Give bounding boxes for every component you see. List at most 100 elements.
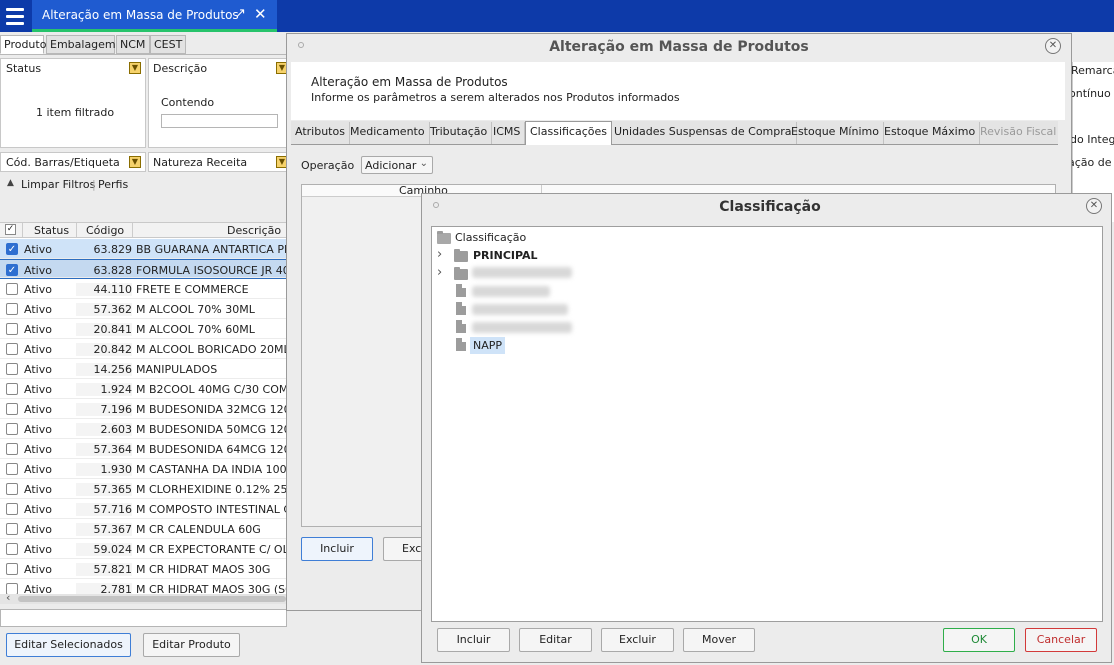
tab-estoque-minimo[interactable]: Estoque Mínimo <box>787 122 884 144</box>
tree-root[interactable]: Classificação <box>455 231 526 244</box>
redacted-node <box>472 267 572 278</box>
row-descricao: M BUDESONIDA 32MCG 120 <box>136 403 287 416</box>
ok-button[interactable]: OK <box>943 628 1015 652</box>
row-checkbox[interactable] <box>6 563 18 575</box>
folder-icon <box>454 267 468 280</box>
subtab-cest[interactable]: CEST <box>150 35 186 54</box>
row-codigo: 57.362 <box>76 303 132 316</box>
dialog-subheading: Informe os parâmetros a serem alterados … <box>311 91 680 104</box>
table-row[interactable]: Ativo 14.256 MANIPULADOS <box>0 359 287 379</box>
row-checkbox[interactable] <box>6 503 18 515</box>
cancelar-button[interactable]: Cancelar <box>1025 628 1097 652</box>
scroll-left-icon[interactable]: ‹ <box>6 591 10 604</box>
row-status: Ativo <box>24 563 52 576</box>
tab-tributacao[interactable]: Tributação <box>426 122 493 144</box>
row-checkbox[interactable] <box>6 523 18 535</box>
perfis-link[interactable]: Perfis <box>98 178 128 191</box>
table-row[interactable]: ✓ Ativo 63.829 BB GUARANA ANTARTICA PE <box>0 239 287 259</box>
excluir-button[interactable]: Excluir <box>601 628 674 652</box>
table-row[interactable]: ✓ Ativo 63.828 FORMULA ISOSOURCE JR 40 <box>0 259 287 279</box>
tab-classificacoes[interactable]: Classificações <box>525 121 612 145</box>
col-descricao[interactable]: Descrição <box>227 224 281 237</box>
undock-icon[interactable]: ↗ <box>235 6 246 21</box>
row-checkbox[interactable] <box>6 323 18 335</box>
close-icon[interactable]: ✕ <box>254 5 267 23</box>
tab-estoque-maximo[interactable]: Estoque Máximo <box>880 122 981 144</box>
tree-node-napp[interactable]: NAPP <box>470 337 506 354</box>
table-row[interactable]: Ativo 1.930 M CASTANHA DA INDIA 100M <box>0 459 287 479</box>
row-descricao: M BUDESONIDA 64MCG 120 <box>136 443 287 456</box>
tree-node-principal[interactable]: PRINCIPAL <box>473 249 538 262</box>
row-checkbox[interactable] <box>6 343 18 355</box>
table-row[interactable]: Ativo 1.924 M B2COOL 40MG C/30 COM <box>0 379 287 399</box>
incluir-button[interactable]: Incluir <box>437 628 510 652</box>
table-row[interactable]: Ativo 57.821 M CR HIDRAT MAOS 30G <box>0 559 287 579</box>
excluir-button[interactable]: Exc <box>383 537 423 561</box>
col-status[interactable]: Status <box>34 224 69 237</box>
tab-atributos[interactable]: Atributos <box>291 122 350 144</box>
row-checkbox[interactable] <box>6 363 18 375</box>
select-all-checkbox[interactable]: ✓ <box>5 224 16 235</box>
row-descricao: M CR CALENDULA 60G <box>136 523 261 536</box>
col-codigo[interactable]: Código <box>86 224 124 237</box>
editar-selecionados-button[interactable]: Editar Selecionados <box>6 633 131 657</box>
tab-medicamento[interactable]: Medicamento <box>346 122 430 144</box>
table-row[interactable]: Ativo 44.110 FRETE E COMMERCE <box>0 279 287 299</box>
row-checkbox[interactable]: ✓ <box>6 243 18 255</box>
right-label-integr: do Integr <box>1070 133 1114 146</box>
row-checkbox[interactable] <box>6 463 18 475</box>
table-row[interactable]: Ativo 57.364 M BUDESONIDA 64MCG 120 <box>0 439 287 459</box>
row-checkbox[interactable] <box>6 443 18 455</box>
descricao-filter-label: Descrição <box>153 62 208 75</box>
table-row[interactable]: Ativo 7.196 M BUDESONIDA 32MCG 120 <box>0 399 287 419</box>
row-checkbox[interactable] <box>6 483 18 495</box>
table-row[interactable]: Ativo 57.365 M CLORHEXIDINE 0.12% 250 <box>0 479 287 499</box>
row-status: Ativo <box>24 583 52 594</box>
filter-icon[interactable]: ▼ <box>129 156 141 168</box>
table-row[interactable]: Ativo 2.603 M BUDESONIDA 50MCG 120 <box>0 419 287 439</box>
mover-button[interactable]: Mover <box>683 628 755 652</box>
filter-icon[interactable]: ▼ <box>129 62 141 74</box>
table-row[interactable]: Ativo 57.716 M COMPOSTO INTESTINAL C <box>0 499 287 519</box>
subtab-ncm[interactable]: NCM <box>116 35 150 54</box>
operacao-select[interactable]: Adicionar ⌄ <box>361 156 433 174</box>
row-codigo: 57.821 <box>76 563 132 576</box>
subtab-embalagem[interactable]: Embalagem <box>46 35 116 54</box>
table-row[interactable]: Ativo 57.367 M CR CALENDULA 60G <box>0 519 287 539</box>
close-icon[interactable]: ✕ <box>1086 198 1102 214</box>
table-row[interactable]: Ativo 57.362 M ALCOOL 70% 30ML <box>0 299 287 319</box>
close-icon[interactable]: ✕ <box>1045 38 1061 54</box>
row-checkbox[interactable] <box>6 383 18 395</box>
editar-produto-button[interactable]: Editar Produto <box>143 633 240 657</box>
row-checkbox[interactable]: ✓ <box>6 264 18 276</box>
tab-icms[interactable]: ICMS <box>489 122 526 144</box>
tab-revisao-fiscal: Revisão Fiscal <box>980 125 1057 138</box>
table-row[interactable]: Ativo 2.781 M CR HIDRAT MAOS 30G (SC <box>0 579 287 594</box>
row-checkbox[interactable] <box>6 423 18 435</box>
row-status: Ativo <box>24 443 52 456</box>
row-checkbox[interactable] <box>6 303 18 315</box>
limpar-filtros-link[interactable]: Limpar Filtros <box>21 178 95 191</box>
folder-open-icon <box>437 231 451 244</box>
subtab-produto[interactable]: Produto <box>0 35 46 54</box>
chevron-right-icon[interactable]: › <box>437 265 442 280</box>
row-descricao: M CR EXPECTORANTE C/ OL <box>136 543 287 556</box>
incluir-button[interactable]: Incluir <box>301 537 373 561</box>
tab-unidades-suspensas[interactable]: Unidades Suspensas de Compra <box>610 122 797 144</box>
contendo-input[interactable] <box>161 114 278 128</box>
row-codigo: 20.842 <box>76 343 132 356</box>
scrollbar-thumb[interactable] <box>18 596 286 602</box>
row-checkbox[interactable] <box>6 403 18 415</box>
menu-icon[interactable] <box>0 0 30 32</box>
row-descricao: BB GUARANA ANTARTICA PE <box>136 243 287 256</box>
chevron-up-icon[interactable]: ▲ <box>7 178 14 188</box>
table-row[interactable]: Ativo 20.841 M ALCOOL 70% 60ML <box>0 319 287 339</box>
row-codigo: 59.024 <box>76 543 132 556</box>
tab-alteracao-massa[interactable]: Alteração em Massa de Produtos ↗ ✕ <box>32 0 277 32</box>
table-row[interactable]: Ativo 59.024 M CR EXPECTORANTE C/ OL <box>0 539 287 559</box>
table-row[interactable]: Ativo 20.842 M ALCOOL BORICADO 20ML <box>0 339 287 359</box>
row-checkbox[interactable] <box>6 283 18 295</box>
row-checkbox[interactable] <box>6 543 18 555</box>
chevron-right-icon[interactable]: › <box>437 247 442 262</box>
editar-button[interactable]: Editar <box>519 628 592 652</box>
